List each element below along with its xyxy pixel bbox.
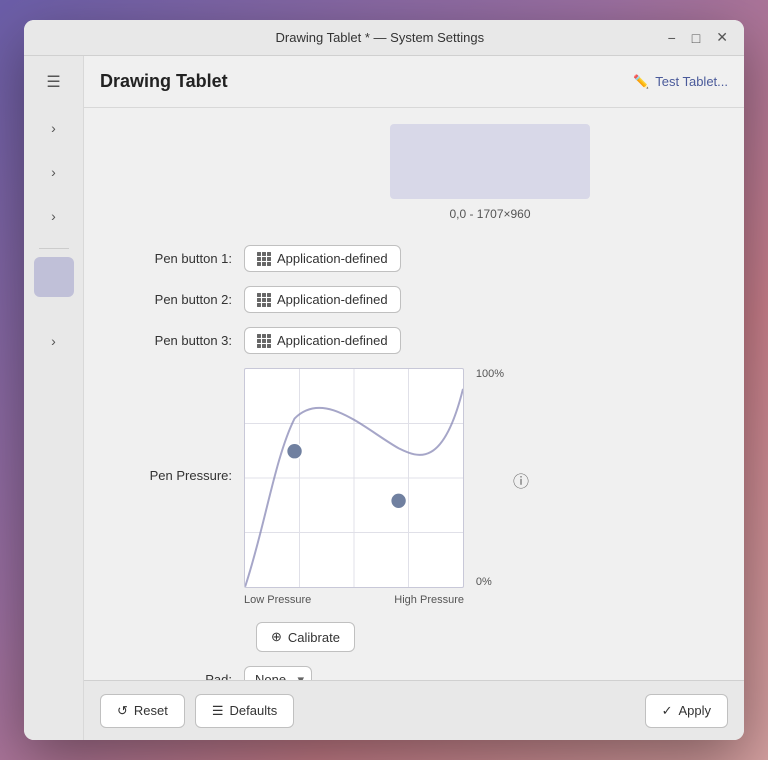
pen-icon: ✏️ <box>633 74 649 90</box>
chevron-right-icon: › <box>51 120 56 136</box>
monitor-preview <box>390 124 590 199</box>
pressure-100-label: 100% <box>476 368 504 380</box>
control-point-2[interactable] <box>391 493 407 509</box>
pen-button-3-label: Pen button 3: <box>104 333 244 348</box>
pressure-chart-wrapper: 100% 0% Low Pressure High Pressure ⓘ <box>244 368 464 606</box>
sidebar-divider <box>39 248 69 249</box>
hamburger-icon: ☰ <box>46 74 60 91</box>
content-area: Drawing Tablet ✏️ Test Tablet... 0,0 - 1… <box>84 56 744 740</box>
pen-button-1-value: Application-defined <box>277 251 388 266</box>
sidebar-menu-button[interactable]: ☰ <box>38 64 68 100</box>
pad-label: Pad: <box>104 672 244 680</box>
footer-left: ↺ Reset ☰ Defaults <box>100 694 294 728</box>
page-title: Drawing Tablet <box>100 71 228 92</box>
apply-button[interactable]: ✓ Apply <box>645 694 728 728</box>
scroll-area[interactable]: 0,0 - 1707×960 Pen button 1: Application… <box>84 108 744 680</box>
window-title: Drawing Tablet * — System Settings <box>96 30 664 45</box>
pad-select-wrapper[interactable]: None <box>244 666 312 680</box>
main-window: Drawing Tablet * — System Settings − □ ✕… <box>24 20 744 740</box>
control-point-1[interactable] <box>287 443 303 459</box>
pen-pressure-section: Pen Pressure: <box>104 368 724 606</box>
calibrate-label: Calibrate <box>288 630 340 645</box>
calibrate-row: ⊕ Calibrate <box>256 622 724 652</box>
sidebar-item-1[interactable]: › <box>34 108 74 148</box>
sidebar: ☰ › › › › <box>24 56 84 740</box>
pressure-chart <box>244 368 464 588</box>
pen-button-2-row: Pen button 2: Application-defined <box>104 286 724 313</box>
close-button[interactable]: ✕ <box>712 27 732 48</box>
pen-button-2-label: Pen button 2: <box>104 292 244 307</box>
content-header: Drawing Tablet ✏️ Test Tablet... <box>84 56 744 108</box>
titlebar-controls: − □ ✕ <box>664 27 732 48</box>
apply-check-icon: ✓ <box>662 703 673 719</box>
chevron-right-icon-3: › <box>51 208 56 224</box>
chevron-right-icon-2: › <box>51 164 56 180</box>
sidebar-item-bottom[interactable]: › <box>34 321 74 361</box>
grid-icon-3 <box>257 334 271 348</box>
pen-button-2-value: Application-defined <box>277 292 388 307</box>
pressure-0-label: 0% <box>476 576 504 588</box>
pen-button-1-row: Pen button 1: Application-defined <box>104 245 724 272</box>
pen-button-1-label: Pen button 1: <box>104 251 244 266</box>
info-icon[interactable]: ⓘ <box>513 468 529 492</box>
footer: ↺ Reset ☰ Defaults ✓ Apply <box>84 680 744 740</box>
maximize-button[interactable]: □ <box>688 28 704 48</box>
grid-icon-1 <box>257 252 271 266</box>
pen-button-3-row: Pen button 3: Application-defined <box>104 327 724 354</box>
calibrate-button[interactable]: ⊕ Calibrate <box>256 622 355 652</box>
low-pressure-label: Low Pressure <box>244 594 311 606</box>
apply-label: Apply <box>678 703 711 718</box>
grid-icon-2 <box>257 293 271 307</box>
chevron-right-icon-4: › <box>51 333 56 349</box>
pen-pressure-label: Pen Pressure: <box>104 368 244 483</box>
sidebar-item-active[interactable] <box>34 257 74 297</box>
pressure-x-labels: Low Pressure High Pressure <box>244 594 464 606</box>
test-tablet-label: Test Tablet... <box>655 74 728 89</box>
defaults-button[interactable]: ☰ Defaults <box>195 694 294 728</box>
main-layout: ☰ › › › › Drawing Tablet ✏️ <box>24 56 744 740</box>
high-pressure-label: High Pressure <box>394 594 464 606</box>
pen-button-2-button[interactable]: Application-defined <box>244 286 401 313</box>
calibrate-icon: ⊕ <box>271 629 282 645</box>
reset-button[interactable]: ↺ Reset <box>100 694 185 728</box>
pad-select[interactable]: None <box>244 666 312 680</box>
pen-button-3-value: Application-defined <box>277 333 388 348</box>
minimize-button[interactable]: − <box>664 28 680 48</box>
pressure-curve-svg <box>244 368 464 588</box>
defaults-label: Defaults <box>230 703 278 718</box>
monitor-label: 0,0 - 1707×960 <box>449 207 530 221</box>
pad-row: Pad: None <box>104 666 724 680</box>
pen-button-1-button[interactable]: Application-defined <box>244 245 401 272</box>
sidebar-item-3[interactable]: › <box>34 196 74 236</box>
defaults-icon: ☰ <box>212 703 224 719</box>
pressure-y-labels: 100% 0% <box>476 368 504 588</box>
titlebar: Drawing Tablet * — System Settings − □ ✕ <box>24 20 744 56</box>
reset-label: Reset <box>134 703 168 718</box>
test-tablet-button[interactable]: ✏️ Test Tablet... <box>633 74 728 90</box>
pen-button-3-button[interactable]: Application-defined <box>244 327 401 354</box>
reset-icon: ↺ <box>117 703 128 719</box>
sidebar-item-2[interactable]: › <box>34 152 74 192</box>
